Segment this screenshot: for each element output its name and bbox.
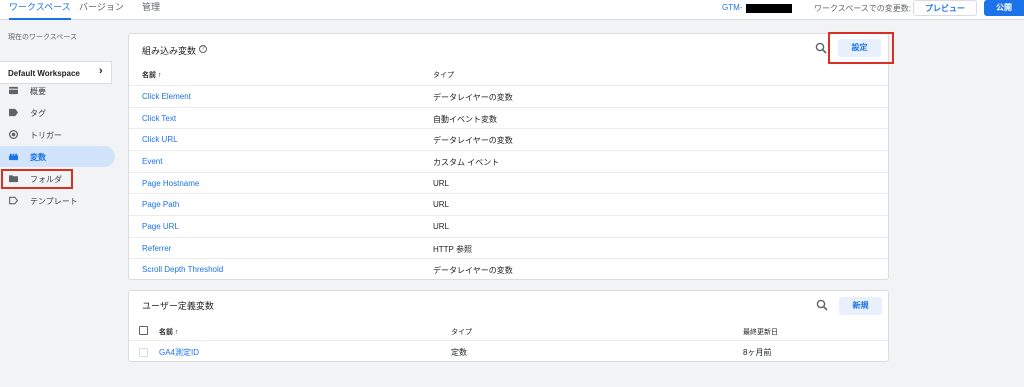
search-icon[interactable] xyxy=(815,42,827,54)
variable-name[interactable]: Click Text xyxy=(142,114,176,123)
publish-button[interactable]: 公開 xyxy=(984,0,1024,16)
sidebar: 現在のワークスペース Default Workspace › 概要 タグ トリガ… xyxy=(0,21,120,387)
tab-workspace[interactable]: ワークスペース xyxy=(9,0,71,20)
table-row[interactable]: Scroll Depth Threshold データレイヤーの変数 xyxy=(129,258,888,280)
sidebar-item-label: トリガー xyxy=(30,131,62,140)
template-icon xyxy=(9,196,18,205)
variables-icon xyxy=(9,153,18,161)
tab-admin[interactable]: 管理 xyxy=(142,0,160,20)
sidebar-item-tags[interactable]: タグ xyxy=(0,102,115,123)
variable-type: 定数 xyxy=(451,348,467,357)
sidebar-item-label: 概要 xyxy=(30,87,46,96)
variable-name[interactable]: Scroll Depth Threshold xyxy=(142,265,223,274)
help-icon[interactable]: ? xyxy=(199,45,207,53)
variable-type: 自動イベント変数 xyxy=(433,115,497,124)
overview-icon xyxy=(9,86,18,95)
column-header-name[interactable]: 名前 ↑ xyxy=(142,70,161,80)
variable-name[interactable]: GA4測定ID xyxy=(159,347,199,358)
row-checkbox[interactable] xyxy=(139,348,148,357)
variable-type: カスタム イベント xyxy=(433,158,500,167)
sidebar-item-label: タグ xyxy=(30,109,46,118)
variable-last-updated: 8ヶ月前 xyxy=(743,348,772,357)
tab-versions[interactable]: バージョン xyxy=(79,0,124,20)
highlight-annotation xyxy=(828,32,894,64)
column-header-name[interactable]: 名前 ↑ xyxy=(159,327,178,337)
table-row[interactable]: Page URL URL xyxy=(129,215,888,237)
variable-name[interactable]: Event xyxy=(142,157,162,166)
select-all-checkbox[interactable] xyxy=(139,326,148,335)
table-row[interactable]: Click URL データレイヤーの変数 xyxy=(129,128,888,150)
table-row[interactable]: GA4測定ID 定数 8ヶ月前 xyxy=(129,340,888,362)
variable-type: HTTP 参照 xyxy=(433,245,472,254)
sidebar-item-templates[interactable]: テンプレート xyxy=(0,190,115,211)
top-bar: ワークスペース バージョン 管理 GTM- ワークスペースでの変更数: 0 プレ… xyxy=(0,0,1024,20)
current-workspace-label: 現在のワークスペース xyxy=(8,34,77,41)
sidebar-item-triggers[interactable]: トリガー xyxy=(0,124,115,145)
sidebar-item-variables[interactable]: 変数 xyxy=(0,146,115,167)
new-variable-button[interactable]: 新規 xyxy=(839,297,882,315)
table-row[interactable]: Page Path URL xyxy=(129,193,888,215)
variable-name[interactable]: Referrer xyxy=(142,244,171,253)
builtin-variables-card: 組み込み変数 ? 設定 名前 ↑ タイプ Click Element データレイ… xyxy=(128,32,894,280)
variable-type: データレイヤーの変数 xyxy=(433,266,513,275)
column-header-last-updated: 最終更新日 xyxy=(743,329,778,336)
variable-name[interactable]: Page Path xyxy=(142,200,179,209)
redacted-container-id xyxy=(746,4,792,13)
workspace-name: Default Workspace xyxy=(8,69,80,78)
preview-button[interactable]: プレビュー xyxy=(913,0,977,16)
chevron-right-icon: › xyxy=(99,65,103,77)
column-header-type: タイプ xyxy=(451,329,472,336)
workspace-changes: ワークスペースでの変更数: 0 xyxy=(814,4,918,13)
search-icon[interactable] xyxy=(816,299,828,311)
sidebar-item-label: 変数 xyxy=(30,153,46,162)
variable-type: データレイヤーの変数 xyxy=(433,136,513,145)
column-header-type: タイプ xyxy=(433,72,454,79)
table-row[interactable]: Click Element データレイヤーの変数 xyxy=(129,85,888,107)
trigger-icon xyxy=(9,130,18,139)
variable-type: URL xyxy=(433,200,450,209)
table-row[interactable]: Event カスタム イベント xyxy=(129,150,888,172)
variable-name[interactable]: Page URL xyxy=(142,222,179,231)
variable-type: データレイヤーの変数 xyxy=(433,93,513,102)
container-id[interactable]: GTM- xyxy=(722,3,742,12)
highlight-annotation xyxy=(1,169,73,189)
variable-name[interactable]: Click Element xyxy=(142,92,191,101)
variable-type: URL xyxy=(433,179,450,188)
variable-type: URL xyxy=(433,222,450,231)
variable-name[interactable]: Page Hostname xyxy=(142,179,199,188)
builtin-variables-title: 組み込み変数 xyxy=(142,46,197,56)
table-row[interactable]: Page Hostname URL xyxy=(129,172,888,194)
user-defined-variables-title: ユーザー定義変数 xyxy=(142,301,214,311)
sidebar-item-label: テンプレート xyxy=(30,197,78,206)
user-defined-variables-card: ユーザー定義変数 新規 名前 ↑ タイプ 最終更新日 GA4測定ID 定数 8ヶ… xyxy=(128,290,889,362)
table-row[interactable]: Click Text 自動イベント変数 xyxy=(129,107,888,129)
tag-icon xyxy=(9,108,18,117)
sidebar-item-overview[interactable]: 概要 xyxy=(0,80,115,101)
table-row[interactable]: Referrer HTTP 参照 xyxy=(129,237,888,259)
variable-name[interactable]: Click URL xyxy=(142,135,178,144)
